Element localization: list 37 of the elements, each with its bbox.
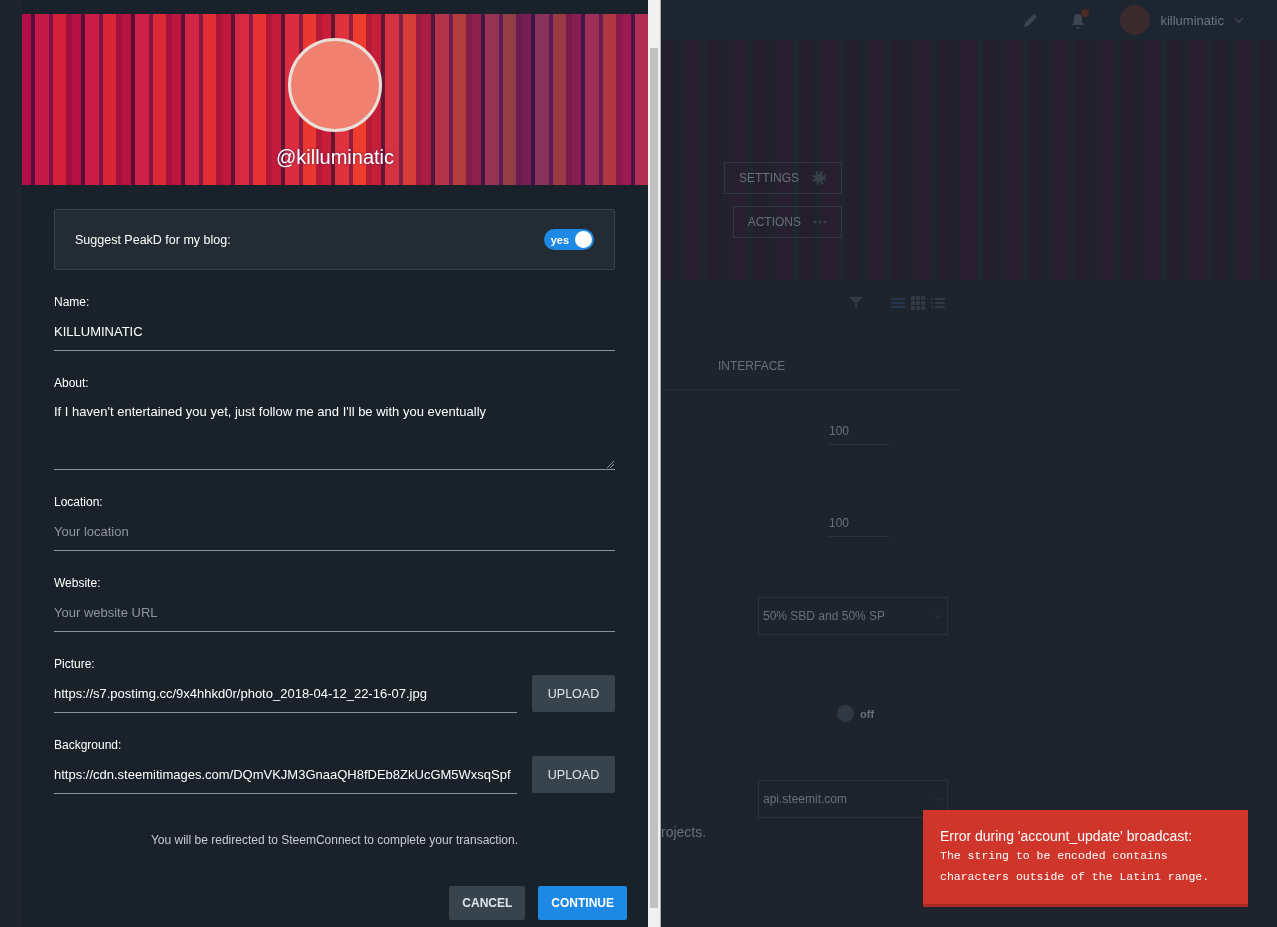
upload-button[interactable]: UPLOAD	[532, 756, 615, 793]
toggle-switch[interactable]: off	[837, 705, 875, 722]
user-avatar[interactable]	[1120, 5, 1151, 35]
description-text: rojects.	[661, 824, 707, 840]
dropdown[interactable]: api.steemit.com	[758, 780, 948, 818]
suggest-label: Suggest PeakD for my blog:	[75, 232, 231, 247]
field-label: Location:	[54, 494, 104, 510]
dropdown[interactable]: 50% SBD and 50% SP	[758, 597, 948, 635]
interface-tab[interactable]: INTERFACE	[718, 359, 786, 373]
field-label: Picture:	[54, 656, 96, 672]
gear-icon	[811, 170, 827, 186]
field-label: Name:	[54, 294, 91, 310]
input-field[interactable]: https://cdn.steemitimages.com/DQmVKJM3GnaaQH8fDEb8ZkUcGM5WxsqSpf	[54, 755, 517, 794]
field-label: Background:	[54, 737, 123, 753]
settings-button[interactable]: SETTINGS	[724, 162, 842, 194]
input-field[interactable]: Your website URL	[54, 593, 615, 632]
error-title: Error during 'account_update' broadcast:	[940, 828, 1194, 844]
input-field[interactable]: https://s7.postimg.cc/9x4hhkd0r/photo_2018-04-12_22-16-07.jpg	[54, 674, 517, 713]
redirect-note: You will be redirected to SteemConnect to complete your transaction.	[149, 833, 520, 847]
scrollbar[interactable]	[648, 0, 660, 927]
suggest-toggle[interactable]: yes	[544, 229, 594, 250]
field-label: About:	[54, 375, 90, 391]
input-field[interactable]: Your location	[54, 512, 615, 551]
continue-button[interactable]: CONTINUE	[538, 886, 627, 920]
upload-button[interactable]: UPLOAD	[532, 675, 615, 712]
input-field[interactable]: KILLUMINATIC	[54, 312, 615, 351]
list-view-icon[interactable]	[891, 297, 905, 309]
user-menu[interactable]: killuminatic	[1160, 12, 1224, 28]
resize-grip-icon[interactable]	[607, 461, 614, 468]
cancel-button[interactable]: CANCEL	[449, 886, 526, 920]
caret-icon[interactable]	[1234, 17, 1244, 23]
number-input[interactable]: 100	[829, 418, 889, 445]
number-input[interactable]: 100	[829, 510, 889, 537]
field-label: Website:	[54, 575, 102, 591]
about-textarea[interactable]: If I haven't entertained you yet, just follow me and I'll be with you eventually	[54, 393, 615, 470]
actions-button[interactable]: ACTIONS	[732, 206, 842, 238]
error-message: The string to be encoded contains characters outside of the Latin1 range.	[940, 848, 1211, 885]
